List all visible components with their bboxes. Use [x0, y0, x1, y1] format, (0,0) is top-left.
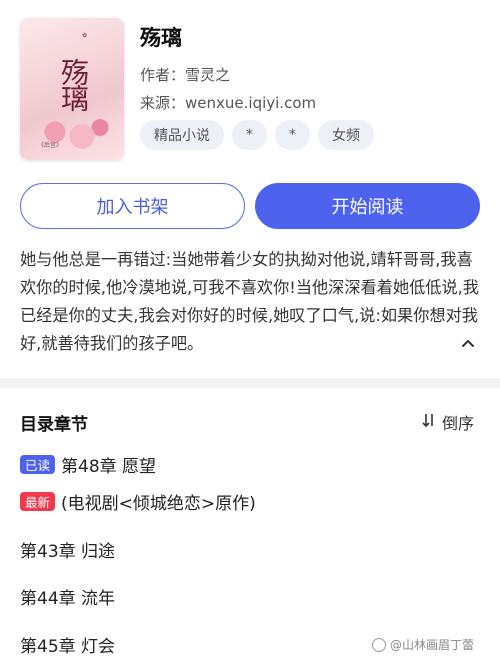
author-row: 作者：雪灵之 [140, 64, 230, 85]
book-description: 她与他总是一再错过:当她带着少女的执拗对他说,靖轩哥哥,我喜欢你的时候,他冷漠地… [20, 250, 479, 353]
section-divider [0, 378, 500, 388]
tag-item[interactable]: * [232, 120, 267, 150]
tag-item[interactable]: 精品小说 [140, 120, 224, 150]
chapter-title: 第45章 灯会 [20, 637, 116, 657]
book-header: ✿ 殇璃 《后宫》 殇璃 作者：雪灵之 来源：wenxue.iqiyi.com … [0, 0, 500, 240]
cover-publisher-mark: ✿ [82, 32, 88, 39]
cover-caption: 《后宫》 [38, 142, 63, 149]
chapter-item[interactable]: 最新 (电视剧<倾城绝恋>原作) [20, 489, 256, 514]
chapter-title: 第44章 流年 [20, 589, 116, 609]
source-row: 来源：wenxue.iqiyi.com [140, 92, 316, 113]
start-reading-button[interactable]: 开始阅读 [255, 183, 480, 229]
chapter-title: 第48章 愿望 [61, 457, 157, 477]
book-title: 殇璃 [140, 26, 182, 50]
tag-item[interactable]: * [275, 120, 310, 150]
toc-title: 目录章节 [20, 415, 88, 435]
sort-label: 倒序 [442, 414, 475, 433]
add-to-shelf-button[interactable]: 加入书架 [20, 183, 245, 229]
chapter-title: (电视剧<倾城绝恋>原作) [61, 494, 256, 514]
sort-order-icon [422, 412, 436, 432]
read-badge: 已读 [20, 455, 56, 474]
latest-badge: 最新 [20, 492, 56, 511]
chapter-item[interactable]: 已读 第48章 愿望 [20, 452, 156, 477]
chapter-item[interactable]: 第44章 流年 [20, 584, 115, 609]
watermark-text: @山林画眉丁蕾 [390, 638, 475, 652]
book-cover[interactable]: ✿ 殇璃 《后宫》 [20, 18, 124, 160]
cover-title: 殇璃 [57, 58, 90, 110]
chapter-item[interactable]: 第43章 归途 [20, 537, 115, 562]
tag-item[interactable]: 女频 [318, 120, 374, 150]
author-label: 作者： [140, 66, 186, 84]
author-name[interactable]: 雪灵之 [185, 66, 230, 84]
source-url[interactable]: wenxue.iqiyi.com [185, 94, 316, 112]
sort-toggle-button[interactable]: 倒序 [422, 410, 474, 434]
chapter-title: 第43章 归途 [20, 542, 116, 562]
watermark-logo-icon [372, 637, 386, 652]
tag-list: 精品小说 * * 女频 [140, 120, 374, 150]
collapse-chevron-up-icon[interactable] [459, 334, 477, 352]
source-label: 来源： [140, 94, 186, 112]
watermark: @山林画眉丁蕾 [372, 636, 474, 653]
chapter-item[interactable]: 第45章 灯会 [20, 632, 115, 657]
